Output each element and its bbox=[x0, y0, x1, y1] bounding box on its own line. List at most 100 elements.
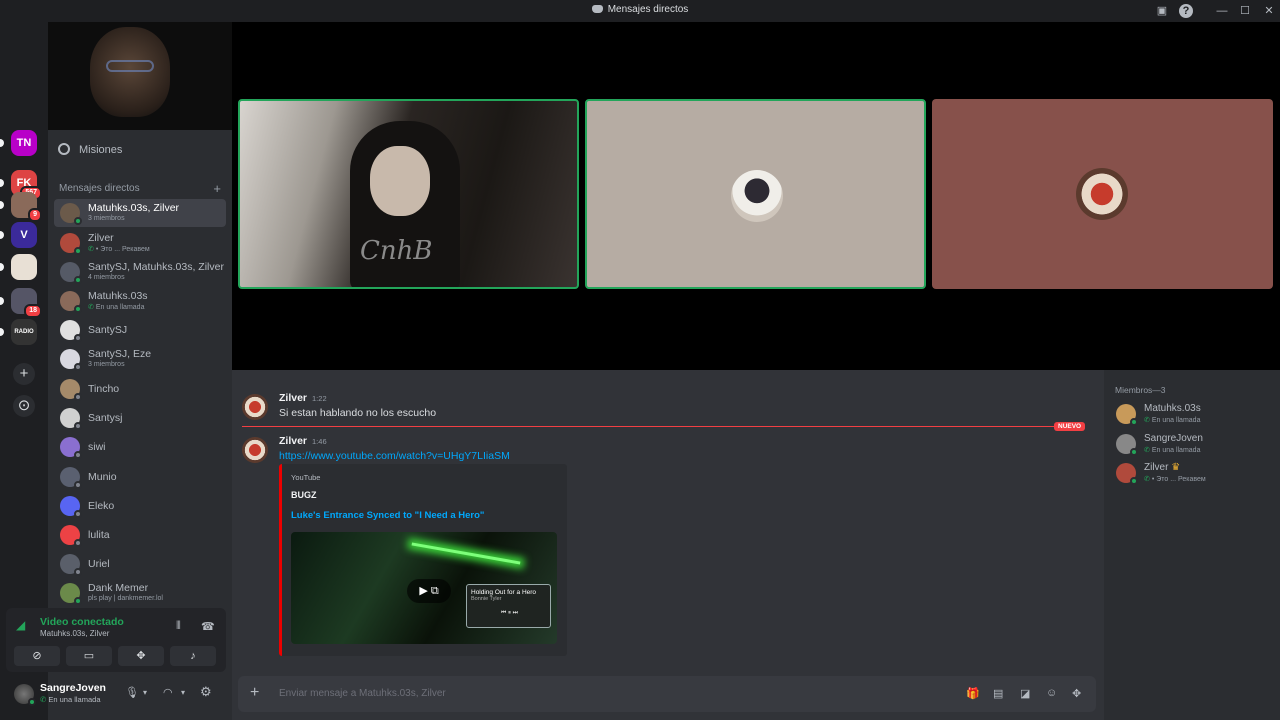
lightsaber-graphic bbox=[411, 542, 521, 565]
status-dot bbox=[1130, 418, 1138, 426]
discover-icon[interactable]: ⊙ bbox=[13, 395, 35, 417]
close-icon[interactable]: ✕ bbox=[1262, 4, 1276, 18]
youtube-embed: YouTube BUGZ Luke's Entrance Synced to "… bbox=[279, 464, 567, 656]
dm-item[interactable]: siwi bbox=[54, 433, 226, 461]
noise-icon[interactable]: ⦀ bbox=[176, 620, 181, 633]
dm-item[interactable]: Zilver ✆ • Это ... Рекавем bbox=[54, 229, 226, 257]
server-icon[interactable]: 9 bbox=[0, 192, 42, 222]
message-composer: + Enviar mensaje a Matuhks.03s, Zilver 🎁… bbox=[238, 676, 1096, 712]
video-tile-avatar[interactable] bbox=[932, 99, 1273, 289]
headphones-icon[interactable]: ◠ bbox=[163, 686, 173, 699]
status-dot bbox=[74, 481, 82, 489]
server-icon[interactable] bbox=[0, 254, 37, 280]
video-tile-camera[interactable]: CnhB bbox=[238, 99, 579, 289]
dm-name: SantySJ, Matuhks.03s, Zilver bbox=[88, 261, 224, 273]
embed-provider[interactable]: YouTube bbox=[291, 473, 320, 482]
member-name: Zilver bbox=[1144, 462, 1169, 473]
mini-player: Holding Out for a Hero Bonnie Tyler ⏮ ⏸ … bbox=[466, 584, 551, 628]
voice-channel[interactable]: Matuhks.03s, Zilver bbox=[40, 629, 109, 638]
dm-item[interactable]: Tincho bbox=[54, 375, 226, 403]
message-link[interactable]: https://www.youtube.com/watch?v=UHgY7LIi… bbox=[279, 450, 510, 462]
chevron-down-icon[interactable]: ▾ bbox=[181, 688, 185, 697]
dm-item[interactable]: Uriel bbox=[54, 550, 226, 578]
unread-pill bbox=[0, 328, 4, 336]
message-author[interactable]: Zilver bbox=[279, 392, 307, 404]
gift-icon[interactable]: 🎁 bbox=[966, 687, 980, 700]
dm-item[interactable]: SantySJ bbox=[54, 316, 226, 344]
maximize-icon[interactable]: ☐ bbox=[1238, 4, 1252, 18]
dm-subtext-label: 3 miembros bbox=[88, 215, 125, 222]
message-input[interactable]: Enviar mensaje a Matuhks.03s, Zilver bbox=[279, 688, 446, 699]
voice-panel: ◢ Video conectado Matuhks.03s, Zilver ⦀ … bbox=[6, 608, 226, 672]
activities-icon[interactable]: ✥ bbox=[118, 646, 164, 666]
add-server-icon[interactable]: + bbox=[13, 363, 35, 385]
sticker-icon[interactable]: ◪ bbox=[1020, 687, 1030, 700]
settings-icon[interactable]: ⚙ bbox=[200, 684, 212, 700]
inbox-icon[interactable]: ▣ bbox=[1155, 4, 1169, 18]
disconnect-icon[interactable]: ☎ bbox=[201, 620, 215, 633]
status-dot bbox=[74, 305, 82, 313]
member-status-text: En una llamada bbox=[1151, 417, 1201, 424]
dm-name: Dank Memer bbox=[88, 582, 149, 594]
video-thumbnail[interactable]: ▶ ⧉ Holding Out for a Hero Bonnie Tyler … bbox=[291, 532, 557, 644]
member-name-row: SangreJoven bbox=[1144, 433, 1203, 444]
unread-pill bbox=[0, 201, 4, 209]
avatar[interactable] bbox=[242, 394, 268, 420]
server-icon[interactable]: RADIO bbox=[0, 319, 37, 345]
dm-name: Matuhks.03s, Zilver bbox=[88, 202, 180, 214]
user-panel: SangreJoven ✆ En una llamada 🎙 ▾ ◠ ▾ ⚙ bbox=[6, 676, 226, 712]
dm-subtext-label: 3 miembros bbox=[88, 361, 125, 368]
dm-subtext-label: 4 miembros bbox=[88, 274, 125, 281]
member-item[interactable]: Zilver ♛ ✆ • Это ... Рекавем bbox=[1114, 460, 1274, 488]
unread-pill bbox=[0, 297, 4, 305]
help-icon[interactable]: ? bbox=[1179, 4, 1193, 18]
server-icon[interactable]: V bbox=[0, 222, 37, 248]
member-item[interactable]: Matuhks.03s ✆ En una llamada bbox=[1114, 401, 1274, 429]
dm-subtext: pls play | dankmemer.lol bbox=[88, 595, 163, 602]
window-title-text: Mensajes directos bbox=[607, 4, 689, 15]
quests-icon bbox=[58, 143, 70, 155]
embed-author[interactable]: BUGZ bbox=[291, 490, 317, 500]
chevron-down-icon[interactable]: ▾ bbox=[143, 688, 147, 697]
signal-icon[interactable]: ◢ bbox=[16, 618, 25, 632]
screen-share-icon[interactable]: ▭ bbox=[66, 646, 112, 666]
message-author[interactable]: Zilver bbox=[279, 435, 307, 447]
emoji-icon[interactable]: ☺ bbox=[1046, 687, 1057, 699]
member-list: Miembros—3 Matuhks.03s ✆ En una llamada Sa… bbox=[1104, 370, 1280, 720]
phone-icon: ✆ bbox=[88, 304, 96, 311]
dm-name: Munio bbox=[88, 471, 117, 483]
dm-item[interactable]: Munio bbox=[54, 463, 226, 491]
server-icon[interactable]: TN bbox=[0, 130, 37, 156]
dm-item[interactable]: Matuhks.03s ✆ En una llamada bbox=[54, 287, 226, 315]
phone-icon: ✆ bbox=[1144, 476, 1152, 483]
minimize-icon[interactable]: — bbox=[1215, 4, 1229, 18]
dm-header-label: Mensajes directos bbox=[59, 183, 140, 194]
status-dot bbox=[74, 539, 82, 547]
play-icon[interactable]: ▶ ⧉ bbox=[407, 579, 451, 603]
dm-item[interactable]: SantySJ, Eze 3 miembros bbox=[54, 345, 226, 373]
dm-item[interactable]: lulita bbox=[54, 521, 226, 549]
new-messages-divider bbox=[242, 426, 1082, 427]
embed-title[interactable]: Luke's Entrance Synced to "I Need a Hero… bbox=[291, 510, 484, 521]
unread-pill bbox=[0, 139, 4, 147]
username: SangreJoven bbox=[40, 682, 106, 694]
dm-item[interactable]: Dank Memer pls play | dankmemer.lol bbox=[54, 579, 226, 607]
gif-icon[interactable]: ▤ bbox=[993, 687, 1003, 700]
unread-pill bbox=[0, 263, 4, 271]
plus-icon[interactable]: + bbox=[250, 684, 259, 702]
quests-nav-item[interactable]: Misiones bbox=[58, 143, 218, 163]
avatar[interactable] bbox=[242, 437, 268, 463]
video-tile-avatar[interactable] bbox=[585, 99, 926, 289]
mic-icon[interactable]: 🎙 bbox=[125, 686, 139, 699]
dm-item[interactable]: Santysj bbox=[54, 404, 226, 432]
plus-icon[interactable]: + bbox=[213, 181, 221, 196]
member-item[interactable]: SangreJoven ✆ En una llamada bbox=[1114, 431, 1274, 459]
camera-off-icon[interactable]: ⊘ bbox=[14, 646, 60, 666]
apps-icon[interactable]: ✥ bbox=[1072, 687, 1081, 700]
dm-item[interactable]: Eleko bbox=[54, 492, 226, 520]
dm-subtext: 3 miembros bbox=[88, 361, 125, 368]
dm-item[interactable]: Matuhks.03s, Zilver 3 miembros bbox=[54, 199, 226, 227]
dm-item[interactable]: SantySJ, Matuhks.03s, Zilver 4 miembros bbox=[54, 258, 226, 286]
soundboard-icon[interactable]: ♪ bbox=[170, 646, 216, 666]
server-icon[interactable]: 18 bbox=[0, 288, 42, 318]
